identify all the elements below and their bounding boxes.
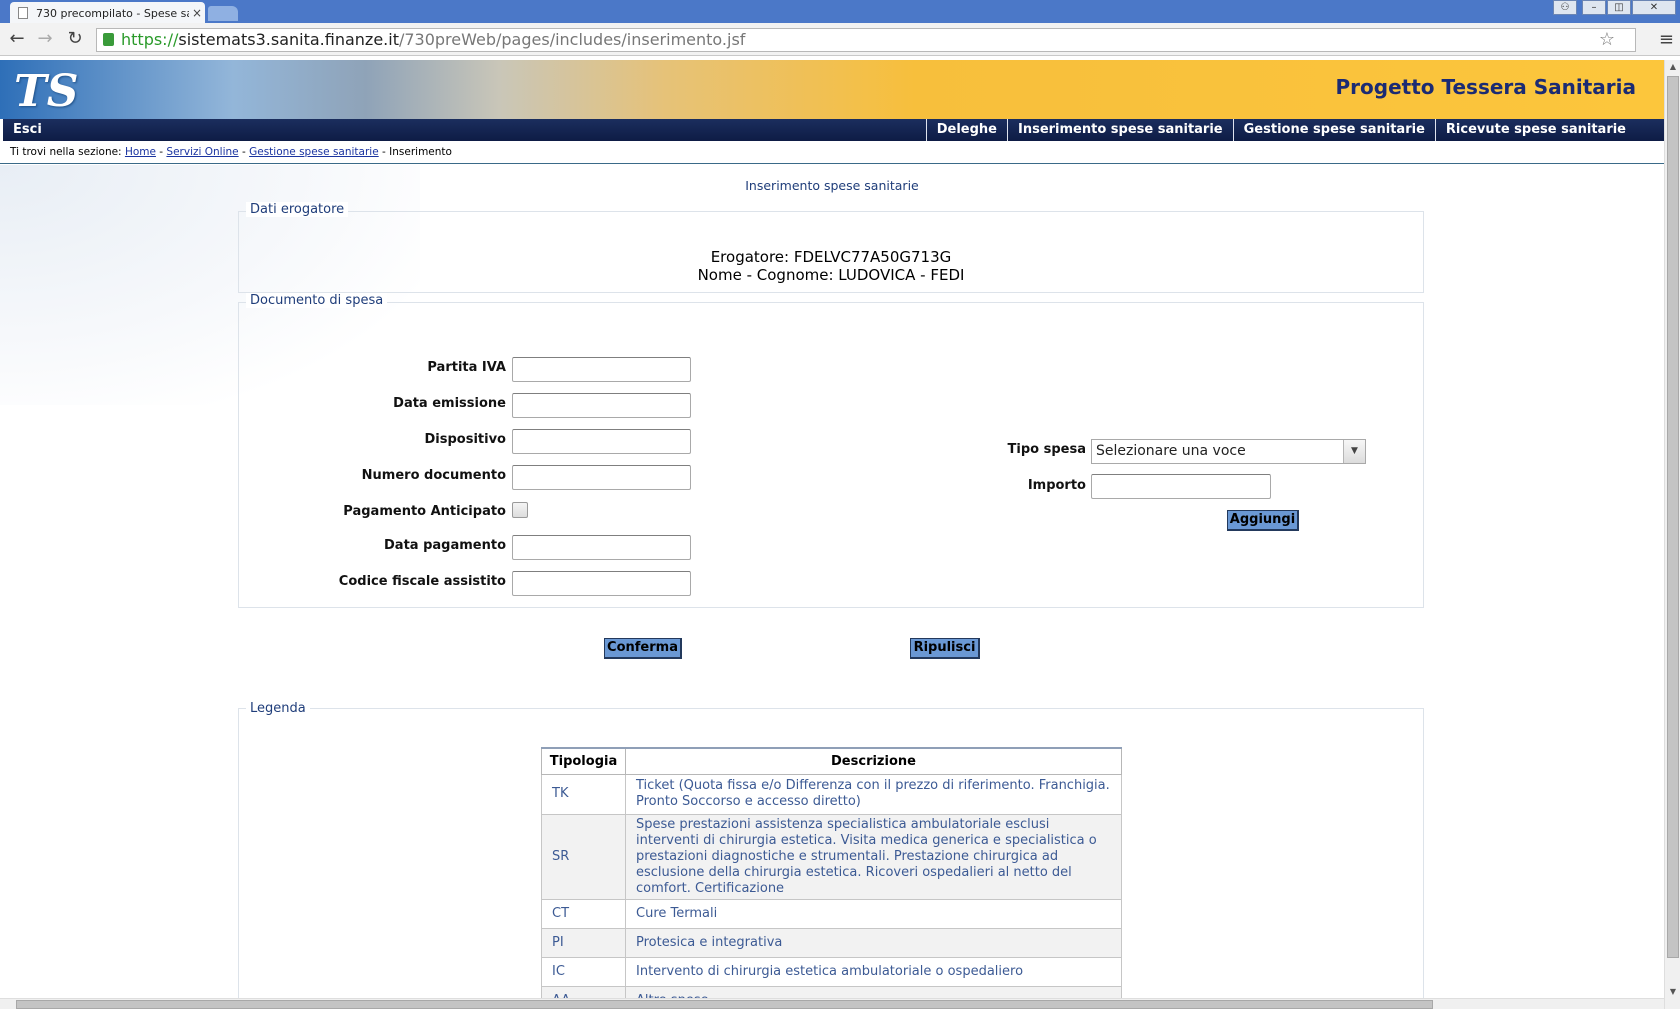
esci-link[interactable]: Esci [0, 119, 42, 141]
minimize-button[interactable]: – [1582, 0, 1606, 15]
forward-button[interactable]: → [34, 29, 56, 49]
data-emissione-label: Data emissione [393, 396, 506, 411]
url-host: sistemats3.sanita.finanze.it [178, 30, 399, 49]
descrizione-cell: Spese prestazioni assistenza specialisti… [625, 813, 1122, 900]
breadcrumb: Ti trovi nella sezione: Home - Servizi O… [10, 146, 452, 158]
column-header-descrizione: Descrizione [625, 747, 1122, 775]
close-window-button[interactable]: ✕ [1632, 0, 1676, 15]
tipo-spesa-select[interactable]: Selezionare una voce ▼ [1091, 439, 1366, 464]
address-bar: ← → ↻ https://sistemats3.sanita.finanze.… [0, 23, 1680, 56]
table-row: PI Protesica e integrativa [541, 927, 1122, 958]
dati-erogatore-legend: Dati erogatore [246, 202, 349, 217]
table-row: IC Intervento di chirurgia estetica ambu… [541, 956, 1122, 987]
descrizione-cell: Cure Termali [625, 898, 1122, 929]
dispositivo-label: Dispositivo [424, 432, 507, 447]
breadcrumb-sep: - [155, 146, 167, 158]
tipologia-cell: TK [541, 773, 626, 815]
pagamento-anticipato-checkbox[interactable] [512, 502, 528, 518]
column-header-tipologia: Tipologia [541, 747, 626, 775]
bookmark-star-icon[interactable]: ☆ [1599, 29, 1615, 51]
browser-tab[interactable]: 730 precompilato - Spese sar × [10, 2, 205, 24]
importo-input[interactable] [1091, 474, 1271, 499]
user-icon[interactable]: ⚇ [1553, 0, 1577, 15]
nav-menu: Deleghe Inserimento spese sanitarie Gest… [925, 119, 1636, 141]
pagamento-anticipato-label: Pagamento Anticipato [343, 504, 506, 519]
scroll-up-icon[interactable]: ▲ [1665, 60, 1680, 74]
chevron-down-icon: ▼ [1343, 440, 1365, 463]
breadcrumb-divider [0, 163, 1664, 164]
numero-documento-input[interactable] [512, 465, 691, 490]
breadcrumb-sep: - [378, 146, 390, 158]
table-header-row: Tipologia Descrizione [541, 747, 1122, 775]
tipologia-cell: SR [541, 813, 626, 900]
conferma-button[interactable]: Conferma [604, 638, 682, 659]
tab-title: 730 precompilato - Spese sar [36, 6, 189, 20]
legenda-legend: Legenda [246, 701, 310, 716]
tipologia-cell: IC [541, 956, 626, 987]
data-pagamento-label: Data pagamento [384, 538, 506, 553]
close-tab-icon[interactable]: × [189, 6, 205, 20]
header-banner: TS Progetto Tessera Sanitaria [0, 60, 1664, 119]
descrizione-cell: Intervento di chirurgia estetica ambulat… [625, 956, 1122, 987]
url-scheme: https:// [121, 30, 179, 49]
documento-legend: Documento di spesa [246, 293, 388, 308]
erogatore-code: Erogatore: FDELVC77A50G713G [710, 248, 952, 266]
dispositivo-input[interactable] [512, 429, 691, 454]
nav-gestione[interactable]: Gestione spese sanitarie [1232, 119, 1435, 141]
reload-button[interactable]: ↻ [64, 29, 86, 49]
page-title: Inserimento spese sanitarie [745, 178, 919, 193]
codice-fiscale-label: Codice fiscale assistito [338, 574, 506, 589]
tipo-spesa-label: Tipo spesa [1007, 442, 1086, 457]
lock-icon [103, 33, 114, 46]
vertical-scroll-thumb[interactable] [1667, 76, 1679, 958]
descrizione-cell: Protesica e integrativa [625, 927, 1122, 958]
vertical-scrollbar[interactable]: ▲ ▼ [1664, 60, 1680, 1009]
table-row: TK Ticket (Quota fissa e/o Differenza co… [541, 773, 1122, 815]
partita-iva-input[interactable] [512, 357, 691, 382]
breadcrumb-home[interactable]: Home [125, 146, 156, 158]
breadcrumb-current: Inserimento [389, 146, 452, 158]
partita-iva-label: Partita IVA [427, 360, 506, 375]
horizontal-scroll-thumb[interactable] [16, 1000, 1433, 1009]
importo-label: Importo [1027, 478, 1086, 493]
ripulisci-button[interactable]: Ripulisci [910, 638, 980, 659]
data-emissione-input[interactable] [512, 393, 691, 418]
new-tab-button[interactable] [208, 6, 238, 21]
browser-tab-bar: 730 precompilato - Spese sar × ⚇ – ◫ ✕ [0, 0, 1680, 24]
horizontal-scrollbar[interactable] [0, 998, 1664, 1009]
tipologia-cell: PI [541, 927, 626, 958]
maximize-button[interactable]: ◫ [1607, 0, 1631, 15]
legenda-table: Tipologia Descrizione TK Ticket (Quota f… [541, 747, 1122, 1009]
breadcrumb-gestione[interactable]: Gestione spese sanitarie [249, 146, 379, 158]
breadcrumb-servizi-online[interactable]: Servizi Online [166, 146, 238, 158]
table-row: SR Spese prestazioni assistenza speciali… [541, 813, 1122, 900]
data-pagamento-input[interactable] [512, 535, 691, 560]
breadcrumb-prefix: Ti trovi nella sezione: [10, 146, 125, 158]
erogatore-name: Nome - Cognome: LUDOVICA - FEDI [697, 266, 965, 284]
main-nav: Esci Deleghe Inserimento spese sanitarie… [0, 119, 1664, 141]
url-path: /730preWeb/pages/includes/inserimento.js… [398, 30, 746, 49]
codice-fiscale-input[interactable] [512, 571, 691, 596]
ts-logo: TS [14, 66, 79, 117]
browser-menu-icon[interactable]: ≡ [1659, 29, 1674, 50]
page-icon [18, 7, 28, 19]
nav-inserimento[interactable]: Inserimento spese sanitarie [1006, 119, 1233, 141]
nav-ricevute[interactable]: Ricevute spese sanitarie [1434, 119, 1636, 141]
nav-deleghe[interactable]: Deleghe [925, 119, 1007, 141]
scroll-down-icon[interactable]: ▼ [1665, 985, 1680, 999]
back-button[interactable]: ← [6, 29, 28, 49]
aggiungi-button[interactable]: Aggiungi [1227, 510, 1299, 531]
breadcrumb-sep: - [238, 146, 250, 158]
tipo-spesa-selected: Selezionare una voce [1096, 443, 1246, 459]
descrizione-cell: Ticket (Quota fissa e/o Differenza con i… [625, 773, 1122, 815]
url-input[interactable]: https://sistemats3.sanita.finanze.it/730… [96, 28, 1636, 52]
table-row: CT Cure Termali [541, 898, 1122, 929]
tipologia-cell: CT [541, 898, 626, 929]
brand-title: Progetto Tessera Sanitaria [1335, 75, 1636, 99]
numero-documento-label: Numero documento [361, 468, 506, 483]
